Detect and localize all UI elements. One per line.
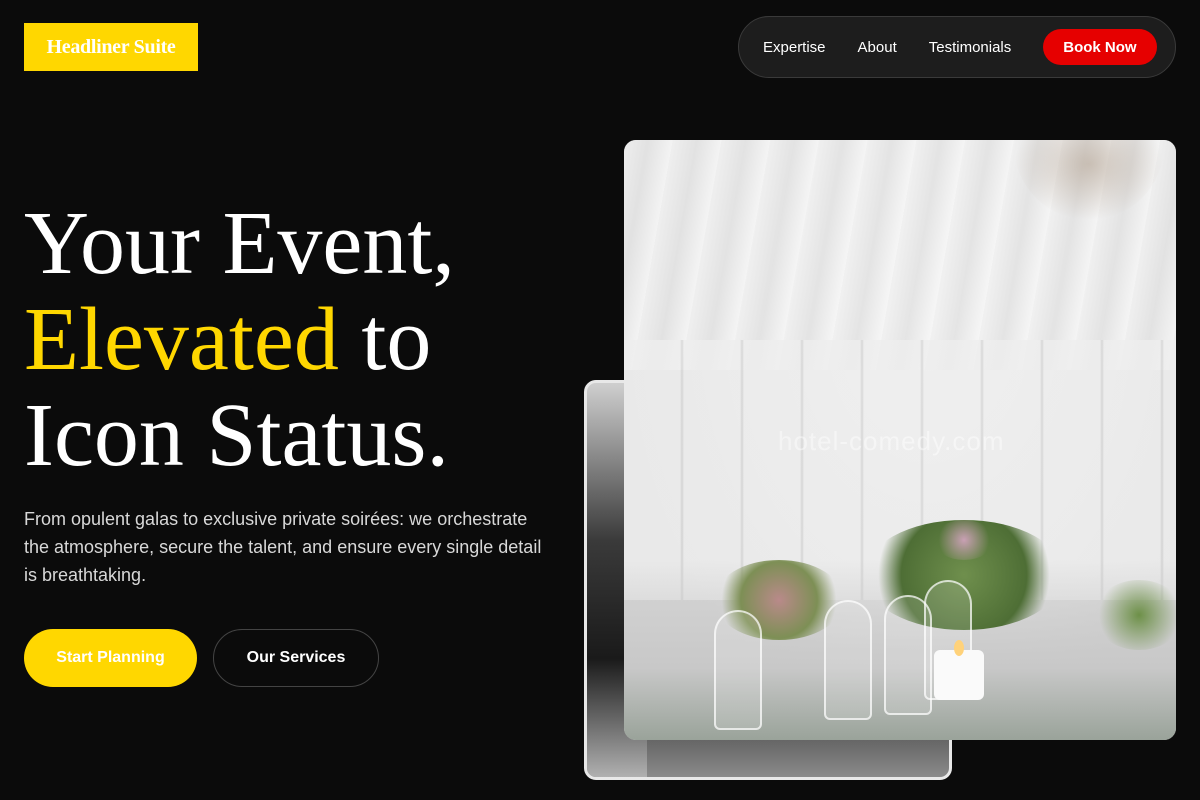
nav-link-about[interactable]: About [858, 39, 897, 56]
main-event-photo: hotel-comedy.com [624, 140, 1176, 740]
photo-candle [934, 650, 984, 700]
hero-title-line1: Your Event, [24, 194, 455, 293]
main-nav: Expertise About Testimonials Book Now [738, 16, 1176, 78]
nav-link-expertise[interactable]: Expertise [763, 39, 826, 56]
our-services-button[interactable]: Our Services [213, 629, 379, 687]
photo-wine-glass [824, 600, 872, 720]
nav-link-testimonials[interactable]: Testimonials [929, 39, 1012, 56]
hero-title-accent: Elevated [24, 290, 339, 389]
photo-candle-flame [954, 640, 964, 656]
hero-title-line3: Icon Status. [24, 386, 449, 485]
hero-description: From opulent galas to exclusive private … [24, 509, 542, 585]
brand-logo[interactable]: Headliner Suite [24, 23, 198, 71]
start-planning-button[interactable]: Start Planning [24, 629, 197, 687]
photo-wine-glass [714, 610, 762, 730]
book-now-button[interactable]: Book Now [1043, 29, 1157, 65]
hero-title: Your Event, Elevated to Icon Status. [24, 196, 584, 484]
photo-flowers-right [1094, 580, 1176, 650]
photo-roses [934, 520, 994, 560]
hero-title-after-accent: to [338, 290, 432, 389]
photo-watermark: hotel-comedy.com [778, 426, 1005, 456]
